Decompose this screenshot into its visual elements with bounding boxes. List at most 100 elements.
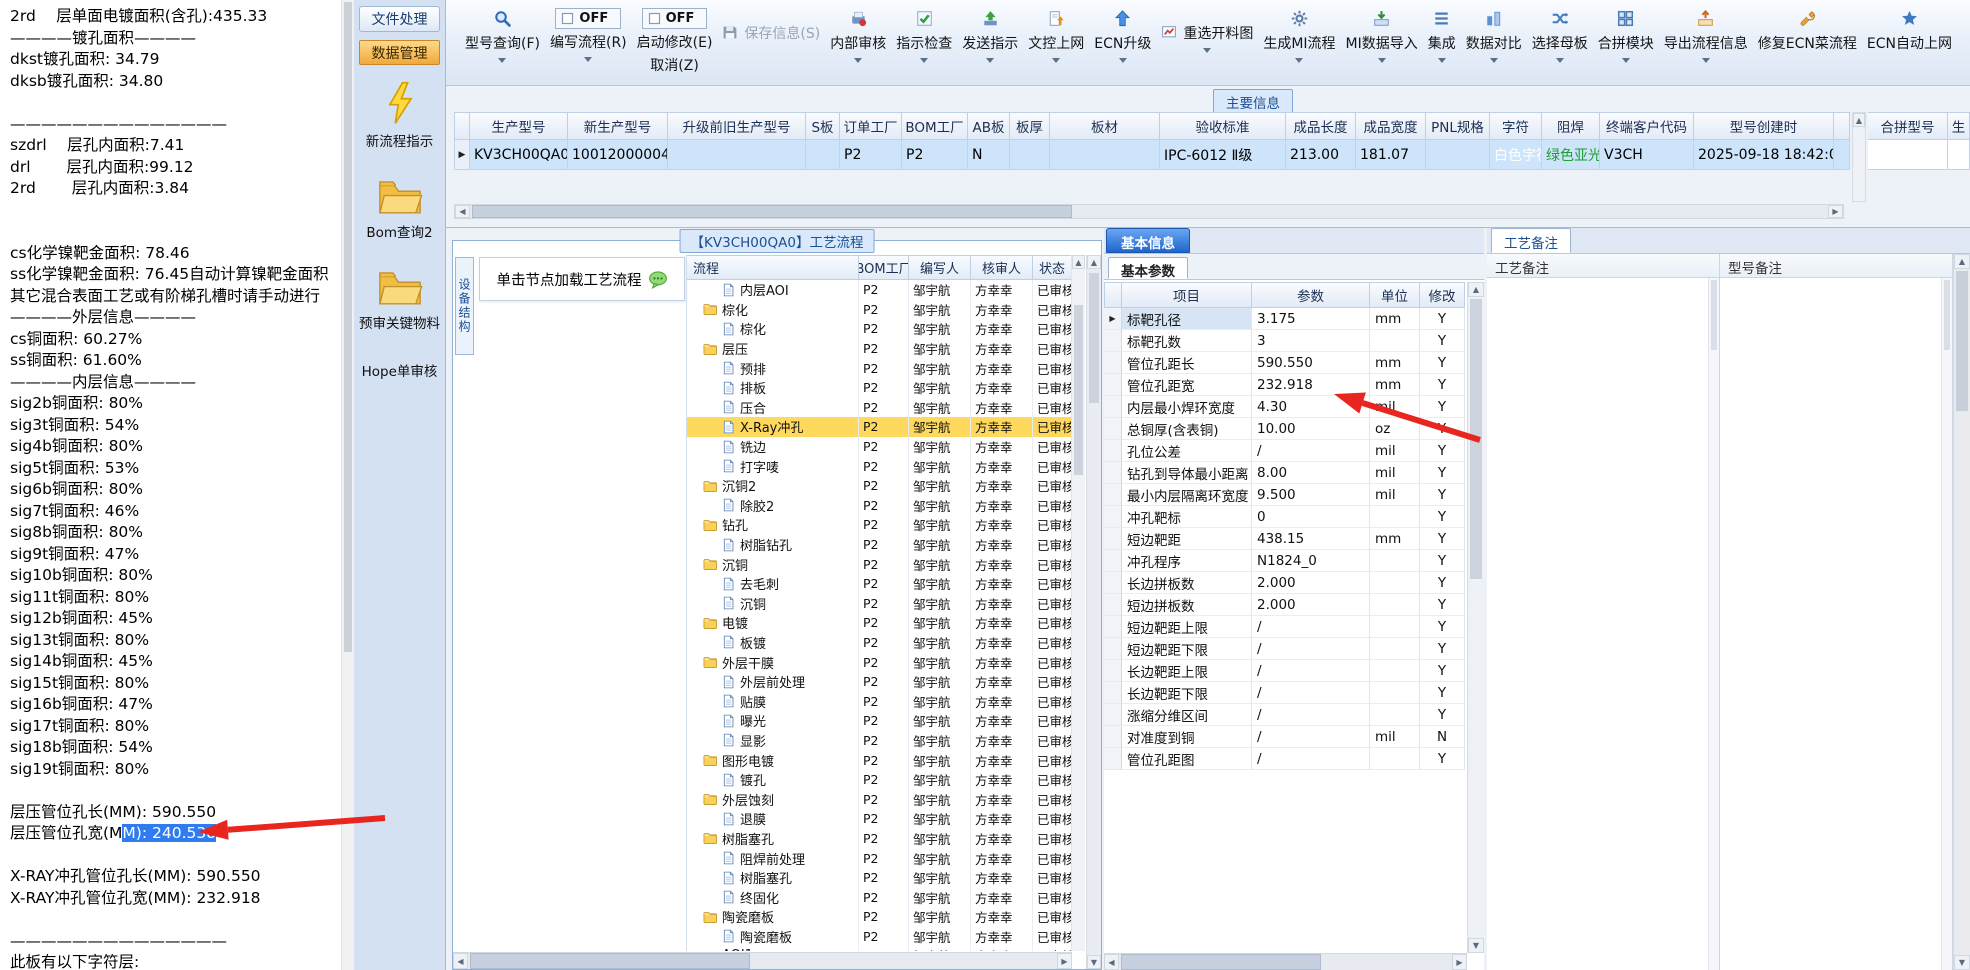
- flow-panel-hscrollbar[interactable]: [453, 952, 1072, 969]
- flow-tree-row[interactable]: 棕化 P2 邹宇航 方幸幸 已审核: [687, 319, 1072, 339]
- flow-tree-row[interactable]: 层压 P2 邹宇航 方幸幸 已审核: [687, 338, 1072, 359]
- dropdown-caret-icon[interactable]: [854, 58, 863, 63]
- flow-node[interactable]: 沉铜: [687, 554, 859, 574]
- flow-tree-row[interactable]: 退膜 P2 邹宇航 方幸幸 已审核: [687, 809, 1072, 829]
- off-toggle[interactable]: OFF: [641, 8, 708, 29]
- column-header[interactable]: 终端客户代码: [1600, 112, 1694, 140]
- basic-param-row[interactable]: 短边拼板数 2.000 Y: [1104, 594, 1465, 616]
- nav-item-new-flow-indicator[interactable]: 新流程指示: [359, 81, 440, 150]
- scroll-down-icon[interactable]: [1954, 955, 1970, 970]
- flow-node[interactable]: 钻孔: [687, 515, 859, 535]
- scroll-down-icon[interactable]: [1468, 938, 1484, 953]
- scrollbar-thumb[interactable]: [1470, 299, 1482, 579]
- scrollbar-thumb[interactable]: [1074, 305, 1083, 475]
- main-grid-selected-row[interactable]: KV3CH00QA010012000004869P2P2NIPC-6012 Ⅱ级…: [454, 140, 1850, 170]
- flow-node[interactable]: 陶瓷磨板: [687, 907, 859, 927]
- flow-node[interactable]: X-Ray冲孔: [687, 417, 859, 437]
- basic-param-row[interactable]: 长边靶距上限 / Y: [1104, 660, 1465, 682]
- flow-tree-vscrollbar[interactable]: [1071, 255, 1085, 951]
- basic-param-row[interactable]: 涨缩分维区间 / Y: [1104, 704, 1465, 726]
- flow-node[interactable]: 陶瓷磨板: [687, 926, 859, 947]
- dropdown-caret-icon[interactable]: [1295, 58, 1304, 63]
- off-toggle[interactable]: OFF: [555, 8, 622, 29]
- basic-param-row[interactable]: 最小内层隔离环宽度 9.500 mil Y: [1104, 484, 1465, 506]
- flow-node[interactable]: 沉铜: [687, 593, 859, 614]
- column-header[interactable]: 参数: [1252, 282, 1370, 308]
- flow-node[interactable]: 沉铜2: [687, 475, 859, 496]
- column-header[interactable]: 型号创建时: [1694, 112, 1834, 140]
- model-notes-scrollbar[interactable]: [1941, 278, 1952, 970]
- column-header[interactable]: BOM工厂: [902, 112, 968, 140]
- tab-basic-info[interactable]: 基本信息: [1106, 228, 1190, 253]
- left-notes-panel[interactable]: 2rd 层单面电镀面积(含孔):435.33 ————镀孔面积———— dkst镀孔…: [0, 0, 341, 970]
- column-header[interactable]: 流程: [687, 255, 859, 280]
- basic-param-row[interactable]: 长边拼板数 2.000 Y: [1104, 572, 1465, 594]
- flow-tree-row[interactable]: 树脂塞孔 P2 邹宇航 方幸幸 已审核: [687, 828, 1072, 849]
- dropdown-caret-icon[interactable]: [920, 58, 929, 63]
- column-header[interactable]: 编写人: [909, 255, 971, 280]
- basic-param-row[interactable]: 冲孔靶标 0 Y: [1104, 506, 1465, 528]
- flow-tree-row[interactable]: 镀孔 P2 邹宇航 方幸幸 已审核: [687, 769, 1072, 790]
- column-header[interactable]: 板材: [1050, 112, 1160, 140]
- basic-param-row[interactable]: 孔位公差 / mil Y: [1104, 440, 1465, 462]
- process-notes-scrollbar[interactable]: [1708, 278, 1719, 970]
- flow-node[interactable]: 除胶2: [687, 495, 859, 516]
- column-header[interactable]: S板: [806, 112, 840, 140]
- basic-param-row[interactable]: 内层最小焊环宽度 4.30 mil Y: [1104, 396, 1465, 418]
- send-instruction-button[interactable]: 发送指示: [957, 4, 1023, 65]
- basic-param-row[interactable]: 钻孔到导体最小距离 8.00 mil Y: [1104, 462, 1465, 484]
- flow-tree-row[interactable]: 预排 P2 邹宇航 方幸幸 已审核: [687, 358, 1072, 378]
- flow-node[interactable]: 终固化: [687, 887, 859, 907]
- dropdown-caret-icon[interactable]: [1052, 58, 1061, 63]
- column-header[interactable]: 修改: [1420, 282, 1465, 308]
- flow-tree-row[interactable]: 树脂钻孔 P2 邹宇航 方幸幸 已审核: [687, 534, 1072, 555]
- scrollbar-thumb[interactable]: [1121, 954, 1321, 970]
- main-grid-vscrollbar[interactable]: [1852, 112, 1866, 202]
- scrollbar-thumb[interactable]: [1089, 273, 1099, 403]
- nav-item-data-management[interactable]: 数据管理: [359, 40, 440, 65]
- dropdown-caret-icon[interactable]: [1701, 58, 1710, 63]
- dropdown-caret-icon[interactable]: [498, 58, 507, 63]
- export-flow-info-button[interactable]: 导出流程信息: [1659, 4, 1753, 65]
- doc-control-upload-button[interactable]: 文控上网: [1023, 4, 1089, 65]
- column-header[interactable]: 生产型号: [470, 112, 568, 140]
- left-notes-scrollbar[interactable]: [341, 0, 354, 970]
- flow-node[interactable]: 退膜: [687, 809, 859, 829]
- basic-param-row[interactable]: 管位孔距长 590.550 mm Y: [1104, 352, 1465, 374]
- dropdown-caret-icon[interactable]: [1203, 48, 1212, 53]
- scroll-up-icon[interactable]: [1087, 255, 1101, 269]
- flow-tree-row[interactable]: 图形电镀 P2 邹宇航 方幸幸 已审核: [687, 750, 1072, 770]
- flow-node[interactable]: 镀孔: [687, 769, 859, 790]
- basic-param-row[interactable]: 短边靶距 438.15 mm Y: [1104, 528, 1465, 550]
- column-header[interactable]: 核审人: [971, 255, 1033, 280]
- flow-node[interactable]: 外层干膜: [687, 652, 859, 672]
- generate-mi-flow-button[interactable]: 生成MI流程: [1258, 4, 1340, 65]
- column-header[interactable]: 升级前旧生产型号: [668, 112, 806, 140]
- flow-tree-row[interactable]: 外层蚀刻 P2 邹宇航 方幸幸 已审核: [687, 789, 1072, 810]
- basic-param-row[interactable]: 管位孔距图 / Y: [1104, 748, 1465, 770]
- scroll-up-icon[interactable]: [1853, 113, 1865, 127]
- flow-tree-row[interactable]: 板镀 P2 邹宇航 方幸幸 已审核: [687, 632, 1072, 653]
- save-info-button[interactable]: 保存信息(S): [717, 4, 825, 45]
- basic-param-row[interactable]: 冲孔程序 N1824_0 Y: [1104, 550, 1465, 572]
- scrollbar-thumb[interactable]: [344, 2, 352, 652]
- flow-node[interactable]: 外层蚀刻: [687, 789, 859, 810]
- basic-param-row[interactable]: 标靶孔径3.175mmY: [1104, 308, 1465, 330]
- flow-tree-row[interactable]: 电镀 P2 邹宇航 方幸幸 已审核: [687, 613, 1072, 633]
- column-header[interactable]: 单位: [1370, 282, 1420, 308]
- start-edit-button[interactable]: OFF 启动修改(E) 取消(Z): [632, 4, 718, 77]
- column-header[interactable]: 字符: [1490, 112, 1542, 140]
- write-flow-button[interactable]: OFF 编写流程(R): [545, 4, 632, 64]
- tab-process-notes[interactable]: 工艺备注: [1491, 228, 1571, 253]
- flow-node[interactable]: 贴膜: [687, 691, 859, 712]
- window-vscrollbar[interactable]: [1953, 254, 1970, 970]
- basic-param-row[interactable]: 标靶孔数 3 Y: [1104, 330, 1465, 352]
- flow-node[interactable]: 图形电镀: [687, 750, 859, 770]
- scroll-left-icon[interactable]: [1104, 954, 1119, 970]
- flow-tree-row[interactable]: 树脂塞孔 P2 邹宇航 方幸幸 已审核: [687, 867, 1072, 888]
- column-header[interactable]: 订单工厂: [840, 112, 902, 140]
- flow-node[interactable]: 树脂钻孔: [687, 534, 859, 555]
- flow-tree-row[interactable]: 铣边 P2 邹宇航 方幸幸 已审核: [687, 436, 1072, 457]
- flow-node[interactable]: 去毛刺: [687, 573, 859, 594]
- ecn-auto-upload-button[interactable]: ECN自动上网: [1862, 4, 1957, 55]
